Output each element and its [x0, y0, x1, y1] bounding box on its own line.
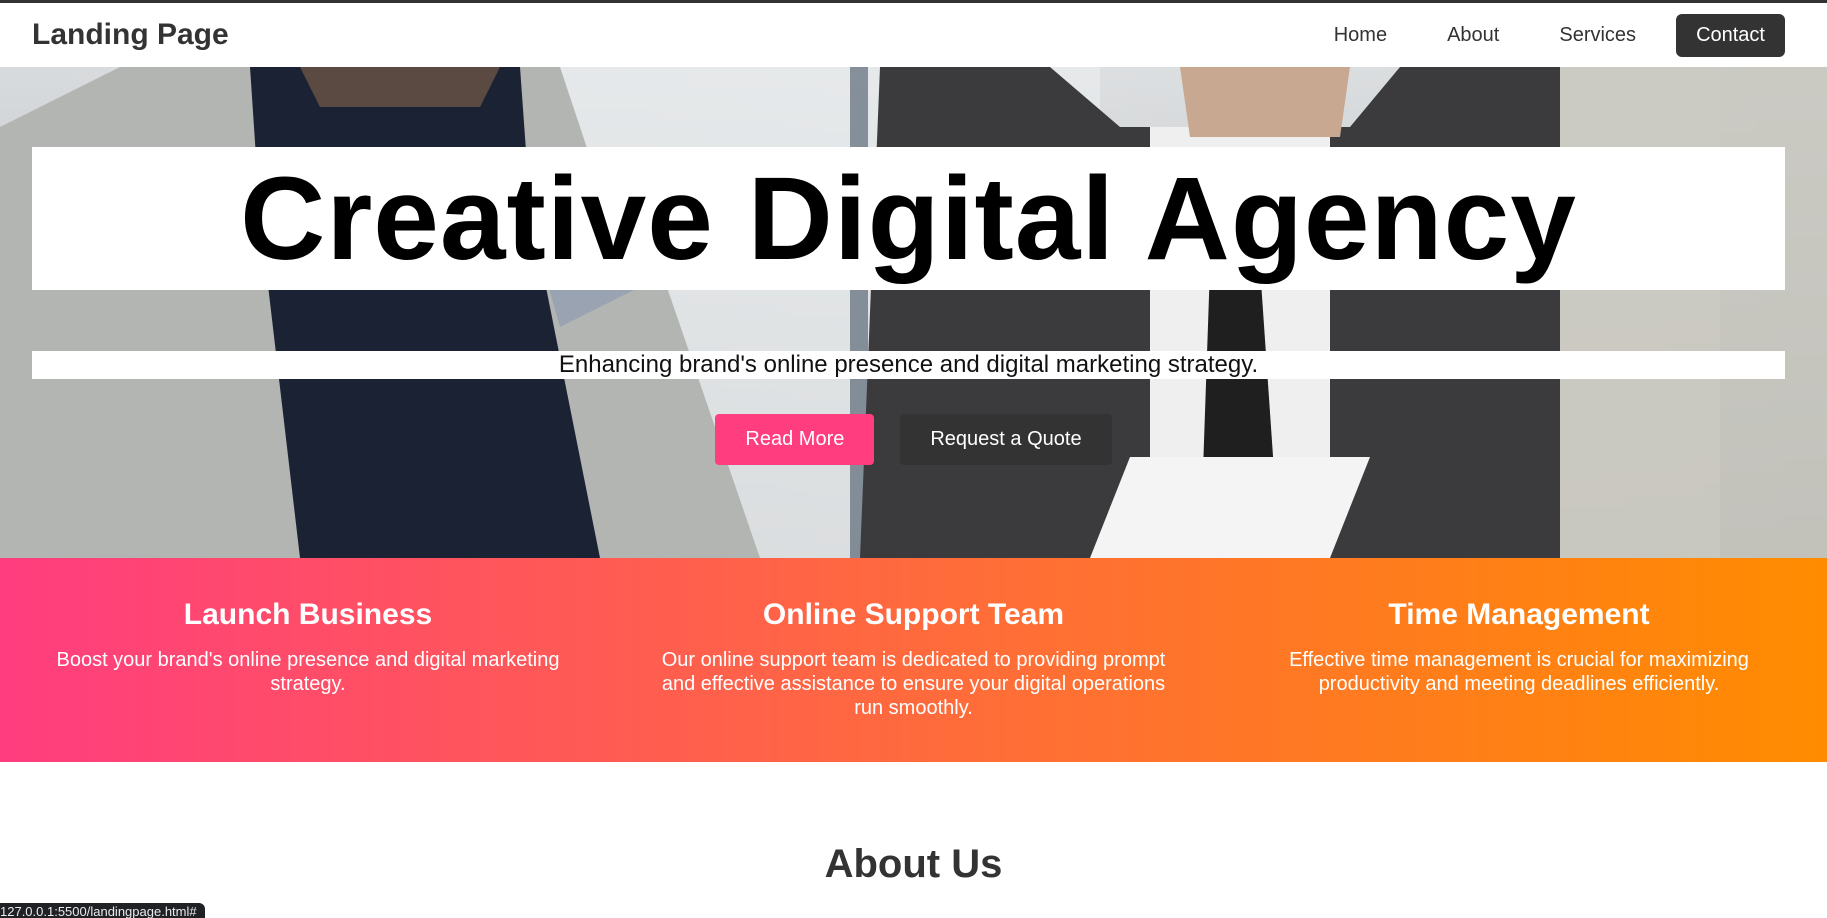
feature-launch-business: Launch Business Boost your brand's onlin…	[28, 558, 588, 762]
nav-link-home[interactable]: Home	[1304, 14, 1417, 57]
contact-button[interactable]: Contact	[1676, 13, 1785, 57]
hero-buttons: Read More Request a Quote	[0, 414, 1827, 465]
feature-title: Time Management	[1388, 598, 1650, 631]
nav-link-services[interactable]: Services	[1529, 14, 1666, 57]
request-quote-button[interactable]: Request a Quote	[900, 414, 1112, 465]
read-more-button[interactable]: Read More	[715, 414, 875, 465]
status-bar-url: 127.0.0.1:5500/landingpage.html#	[0, 903, 205, 918]
feature-online-support: Online Support Team Our online support t…	[634, 558, 1194, 762]
hero-section: Creative Digital Agency Enhancing brand'…	[0, 67, 1827, 558]
feature-text: Boost your brand's online presence and d…	[56, 649, 560, 695]
nav-links: Home About Services Contact	[1304, 13, 1785, 57]
features-section: Launch Business Boost your brand's onlin…	[0, 558, 1827, 762]
feature-title: Launch Business	[183, 598, 433, 631]
hero-title: Creative Digital Agency	[240, 152, 1577, 285]
navbar: Landing Page Home About Services Contact	[0, 3, 1827, 67]
feature-time-management: Time Management Effective time managemen…	[1239, 558, 1799, 762]
feature-title: Online Support Team	[762, 598, 1065, 631]
hero-subtitle-band: Enhancing brand's online presence and di…	[32, 351, 1785, 379]
nav-link-about[interactable]: About	[1417, 14, 1529, 57]
hero-title-band: Creative Digital Agency	[32, 147, 1785, 290]
brand-logo[interactable]: Landing Page	[32, 18, 229, 52]
feature-text: Our online support team is dedicated to …	[661, 649, 1166, 719]
hero-subtitle: Enhancing brand's online presence and di…	[558, 351, 1259, 378]
feature-text: Effective time management is crucial for…	[1289, 649, 1749, 695]
about-us-heading: About Us	[824, 842, 1003, 886]
hero-background-image	[0, 67, 1827, 558]
